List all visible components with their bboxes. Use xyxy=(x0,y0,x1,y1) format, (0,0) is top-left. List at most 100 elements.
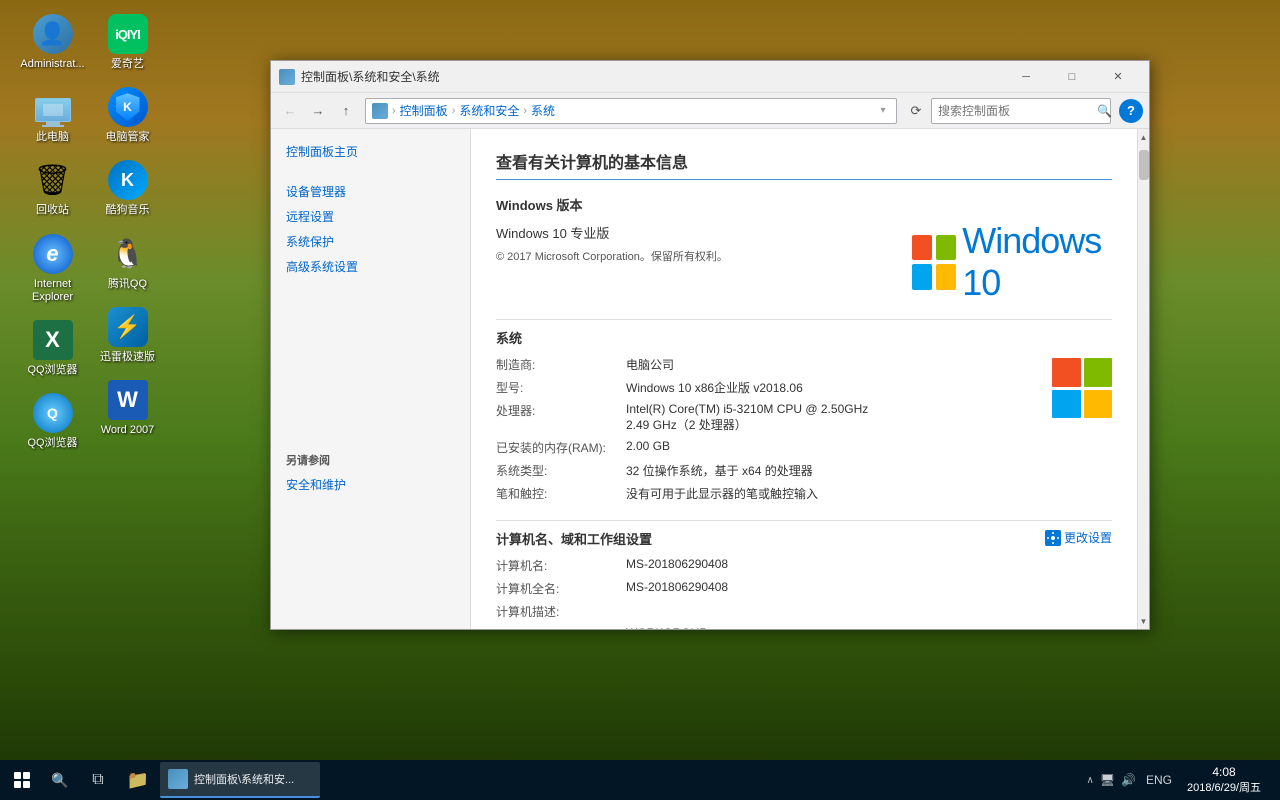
sidebar-section-also-see: 另请参阅 安全和维护 xyxy=(271,444,470,497)
computer-name-value: MS-201806290408 xyxy=(626,557,1112,571)
forward-button[interactable]: → xyxy=(305,98,331,124)
windows-edition-value: Windows 10 专业版 xyxy=(496,223,892,242)
desktop-icon-label: QQ浏览器 xyxy=(27,364,77,377)
search-icon: 🔍 xyxy=(51,772,68,789)
start-icon xyxy=(14,772,30,788)
maximize-button[interactable]: □ xyxy=(1049,61,1095,93)
desktop-icon-word[interactable]: W Word 2007 xyxy=(90,376,165,441)
full-name-value: MS-201806290408 xyxy=(626,580,1112,594)
help-button[interactable]: ? xyxy=(1119,99,1143,123)
tray-chevron-icon[interactable]: ∧ xyxy=(1086,775,1093,786)
address-bar-dropdown[interactable]: ▾ xyxy=(876,104,890,118)
network-icon[interactable]: 🖥 xyxy=(1100,773,1115,787)
system-tray: ∧ 🖥 🔊 ENG 4:08 2018/6/29/周五 xyxy=(1086,765,1276,795)
back-button[interactable]: ← xyxy=(277,98,303,124)
desktop-icon-label: 此电脑 xyxy=(36,131,69,144)
desktop-icon-guanjia[interactable]: K 电脑管家 xyxy=(90,83,165,148)
desktop-icon-this-pc[interactable]: 此电脑 xyxy=(15,83,90,148)
language-indicator[interactable]: ENG xyxy=(1142,773,1176,787)
system-content: 制造商: 电脑公司 型号: Windows 10 x86企业版 v2018.06… xyxy=(496,353,1112,505)
pen-touch-row: 笔和触控: 没有可用于此显示器的笔或触控输入 xyxy=(496,482,892,505)
desktop-icon-qqbrowser[interactable]: Q QQ浏览器 xyxy=(15,389,90,454)
desktop-icon-qq[interactable]: 🐧 腾讯QQ xyxy=(90,230,165,295)
system-clock[interactable]: 4:08 2018/6/29/周五 xyxy=(1182,765,1266,795)
taskbar-search-button[interactable]: 🔍 xyxy=(42,762,78,798)
desktop-icon-ie[interactable]: e Internet Explorer xyxy=(15,230,90,308)
main-content: 查看有关计算机的基本信息 Windows 版本 Windows 10 专业版 ©… xyxy=(496,149,1112,629)
taskbar-task-control-panel[interactable]: 控制面板\系统和安... xyxy=(160,762,320,798)
desktop-icon-label: Administrat... xyxy=(20,58,84,71)
manufacturer-row: 制造商: 电脑公司 xyxy=(496,353,892,376)
taskbar-task-label: 控制面板\系统和安... xyxy=(194,771,294,787)
start-button[interactable] xyxy=(4,762,40,798)
desktop-icon-label: Word 2007 xyxy=(101,424,155,437)
taskbar: 🔍 ⧉ 📁 控制面板\系统和安... ∧ 🖥 🔊 ENG 4:08 2018/6… xyxy=(0,760,1280,800)
file-explorer-icon: 📁 xyxy=(127,770,149,791)
windows-version-content: Windows 10 专业版 © 2017 Microsoft Corporat… xyxy=(496,220,1112,304)
sidebar-item-remote-settings[interactable]: 远程设置 xyxy=(271,204,470,229)
desktop-icon-recycle-bin[interactable]: 🗑 回收站 xyxy=(15,156,90,221)
desktop-icon-label: Internet Explorer xyxy=(19,278,86,304)
desktop-icon-excel[interactable]: X QQ浏览器 xyxy=(15,316,90,381)
refresh-button[interactable]: ⟳ xyxy=(903,98,929,124)
breadcrumb-control-panel[interactable]: 控制面板 xyxy=(400,102,448,119)
scrollbar-down[interactable]: ▼ xyxy=(1138,613,1150,629)
change-settings-link[interactable]: 更改设置 xyxy=(1045,529,1112,546)
address-bar[interactable]: › 控制面板 › 系统和安全 › 系统 ▾ xyxy=(365,98,897,124)
desktop-icon-label: 回收站 xyxy=(36,204,69,217)
close-button[interactable]: ✕ xyxy=(1095,61,1141,93)
main-panel: 查看有关计算机的基本信息 Windows 版本 Windows 10 专业版 ©… xyxy=(471,129,1137,629)
desktop-icon-label: 迅雷极速版 xyxy=(100,351,155,364)
desktop-icon-iqiyi[interactable]: iQIYI 爱奇艺 xyxy=(90,10,165,75)
desktop-icon-label: 爱奇艺 xyxy=(111,58,144,71)
computer-desc-row: 计算机描述: xyxy=(496,600,1112,623)
pen-touch-label: 笔和触控: xyxy=(496,485,626,502)
sidebar-item-device-manager[interactable]: 设备管理器 xyxy=(271,179,470,204)
desktop-icon-kugou[interactable]: K 酷狗音乐 xyxy=(90,156,165,221)
desktop-icon-thunder[interactable]: ⚡ 迅雷极速版 xyxy=(90,303,165,368)
model-label: 型号: xyxy=(496,379,626,396)
sidebar-item-advanced-settings[interactable]: 高级系统设置 xyxy=(271,254,470,279)
scrollbar[interactable]: ▲ ▼ xyxy=(1137,129,1149,629)
windows-copyright-row: © 2017 Microsoft Corporation。保留所有权利。 xyxy=(496,245,892,267)
windows-edition-row: Windows 10 专业版 xyxy=(496,220,892,245)
sidebar-item-security[interactable]: 安全和维护 xyxy=(271,472,470,497)
model-row: 型号: Windows 10 x86企业版 v2018.06 xyxy=(496,376,892,399)
scrollbar-thumb[interactable] xyxy=(1139,150,1149,180)
breadcrumb-system[interactable]: 系统 xyxy=(531,102,555,119)
ram-label: 已安装的内存(RAM): xyxy=(496,439,626,456)
page-title: 查看有关计算机的基本信息 xyxy=(496,149,1112,180)
sidebar-item-main-page[interactable]: 控制面板主页 xyxy=(271,139,470,164)
breadcrumb-system-security[interactable]: 系统和安全 xyxy=(459,102,519,119)
processor-row: 处理器: Intel(R) Core(TM) i5-3210M CPU @ 2.… xyxy=(496,399,892,436)
sidebar-item-system-protection[interactable]: 系统保护 xyxy=(271,229,470,254)
model-value: Windows 10 x86企业版 v2018.06 xyxy=(626,379,892,396)
window-content: 控制面板主页 设备管理器 远程设置 系统保护 高级系统设置 另请参阅 安全和维护 xyxy=(271,129,1149,629)
computer-desc-label: 计算机描述: xyxy=(496,603,626,620)
ram-row: 已安装的内存(RAM): 2.00 GB xyxy=(496,436,892,459)
desktop-icon-administrator[interactable]: 👤 Administrat... xyxy=(15,10,90,75)
settings-link-icon xyxy=(1045,530,1061,546)
window-controls: ─ □ ✕ xyxy=(1003,61,1141,93)
volume-icon[interactable]: 🔊 xyxy=(1121,773,1136,787)
scrollbar-track[interactable] xyxy=(1138,145,1150,613)
control-panel-task-icon xyxy=(168,769,188,789)
system-type-row: 系统类型: 32 位操作系统，基于 x64 的处理器 xyxy=(496,459,892,482)
sidebar-section-main: 控制面板主页 xyxy=(271,139,470,164)
full-name-row: 计算机全名: MS-201806290408 xyxy=(496,577,1112,600)
file-explorer-button[interactable]: 📁 xyxy=(118,762,158,798)
search-bar[interactable]: 🔍 xyxy=(931,98,1111,124)
change-settings-text: 更改设置 xyxy=(1064,529,1112,546)
search-input[interactable] xyxy=(938,104,1093,118)
computer-name-section: 计算机名、域和工作组设置 更改设置 计算机名: MS-201806290408 xyxy=(496,529,1112,629)
up-button[interactable]: ↑ xyxy=(333,98,359,124)
windows-flag-icon xyxy=(912,235,956,290)
system-window: 控制面板\系统和安全\系统 ─ □ ✕ ← → ↑ › 控制面板 › 系统和安全… xyxy=(270,60,1150,630)
computer-section-header: 计算机名、域和工作组设置 xyxy=(496,529,652,548)
minimize-button[interactable]: ─ xyxy=(1003,61,1049,93)
window-title-icon xyxy=(279,69,295,85)
system-type-value: 32 位操作系统，基于 x64 的处理器 xyxy=(626,462,892,479)
task-view-button[interactable]: ⧉ xyxy=(80,762,116,798)
computer-name-label: 计算机名: xyxy=(496,557,626,574)
scrollbar-up[interactable]: ▲ xyxy=(1138,129,1150,145)
